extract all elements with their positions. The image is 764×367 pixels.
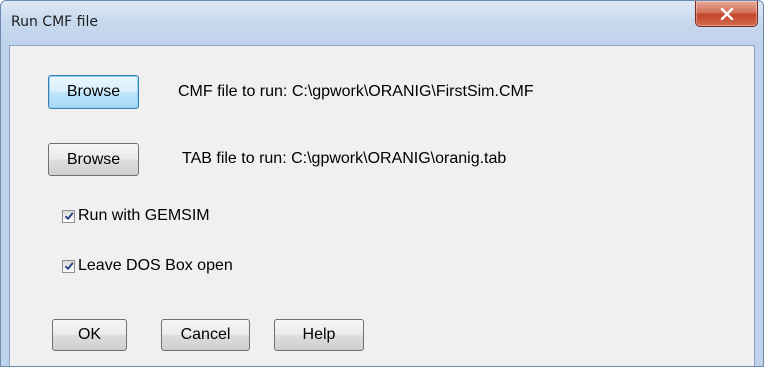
run-cmf-dialog: Run CMF file Browse CMF file to run: C:\… xyxy=(0,0,764,367)
dosbox-checkbox[interactable] xyxy=(62,259,75,273)
close-x-icon xyxy=(720,7,733,20)
cancel-button[interactable]: Cancel xyxy=(161,319,250,351)
cmf-label-text: CMF file to run: xyxy=(178,83,288,100)
gemsim-checkbox[interactable] xyxy=(62,209,75,223)
cmf-file-path: C:\gpwork\ORANIG\FirstSim.CMF xyxy=(291,83,534,100)
gemsim-option[interactable]: Run with GEMSIM xyxy=(62,207,210,225)
gemsim-label: Run with GEMSIM xyxy=(78,207,210,224)
window-title: Run CMF file xyxy=(11,14,98,30)
tab-file-path: C:\gpwork\ORANIG\oranig.tab xyxy=(291,150,507,167)
checkmark-icon xyxy=(64,262,74,270)
dosbox-label: Leave DOS Box open xyxy=(78,257,233,274)
browse-cmf-button[interactable]: Browse xyxy=(48,75,139,109)
title-bar[interactable]: Run CMF file xyxy=(1,1,763,45)
checkmark-icon xyxy=(64,212,74,220)
dosbox-option[interactable]: Leave DOS Box open xyxy=(62,257,233,275)
ok-button[interactable]: OK xyxy=(52,319,127,351)
help-button[interactable]: Help xyxy=(274,319,364,351)
tab-label-text: TAB file to run: xyxy=(182,150,287,167)
cmf-file-label: CMF file to run: C:\gpwork\ORANIG\FirstS… xyxy=(178,83,534,101)
close-button[interactable] xyxy=(695,1,758,27)
browse-tab-button[interactable]: Browse xyxy=(48,143,139,176)
dialog-body: Browse CMF file to run: C:\gpwork\ORANIG… xyxy=(9,45,755,366)
tab-file-label: TAB file to run: C:\gpwork\ORANIG\oranig… xyxy=(182,150,506,168)
